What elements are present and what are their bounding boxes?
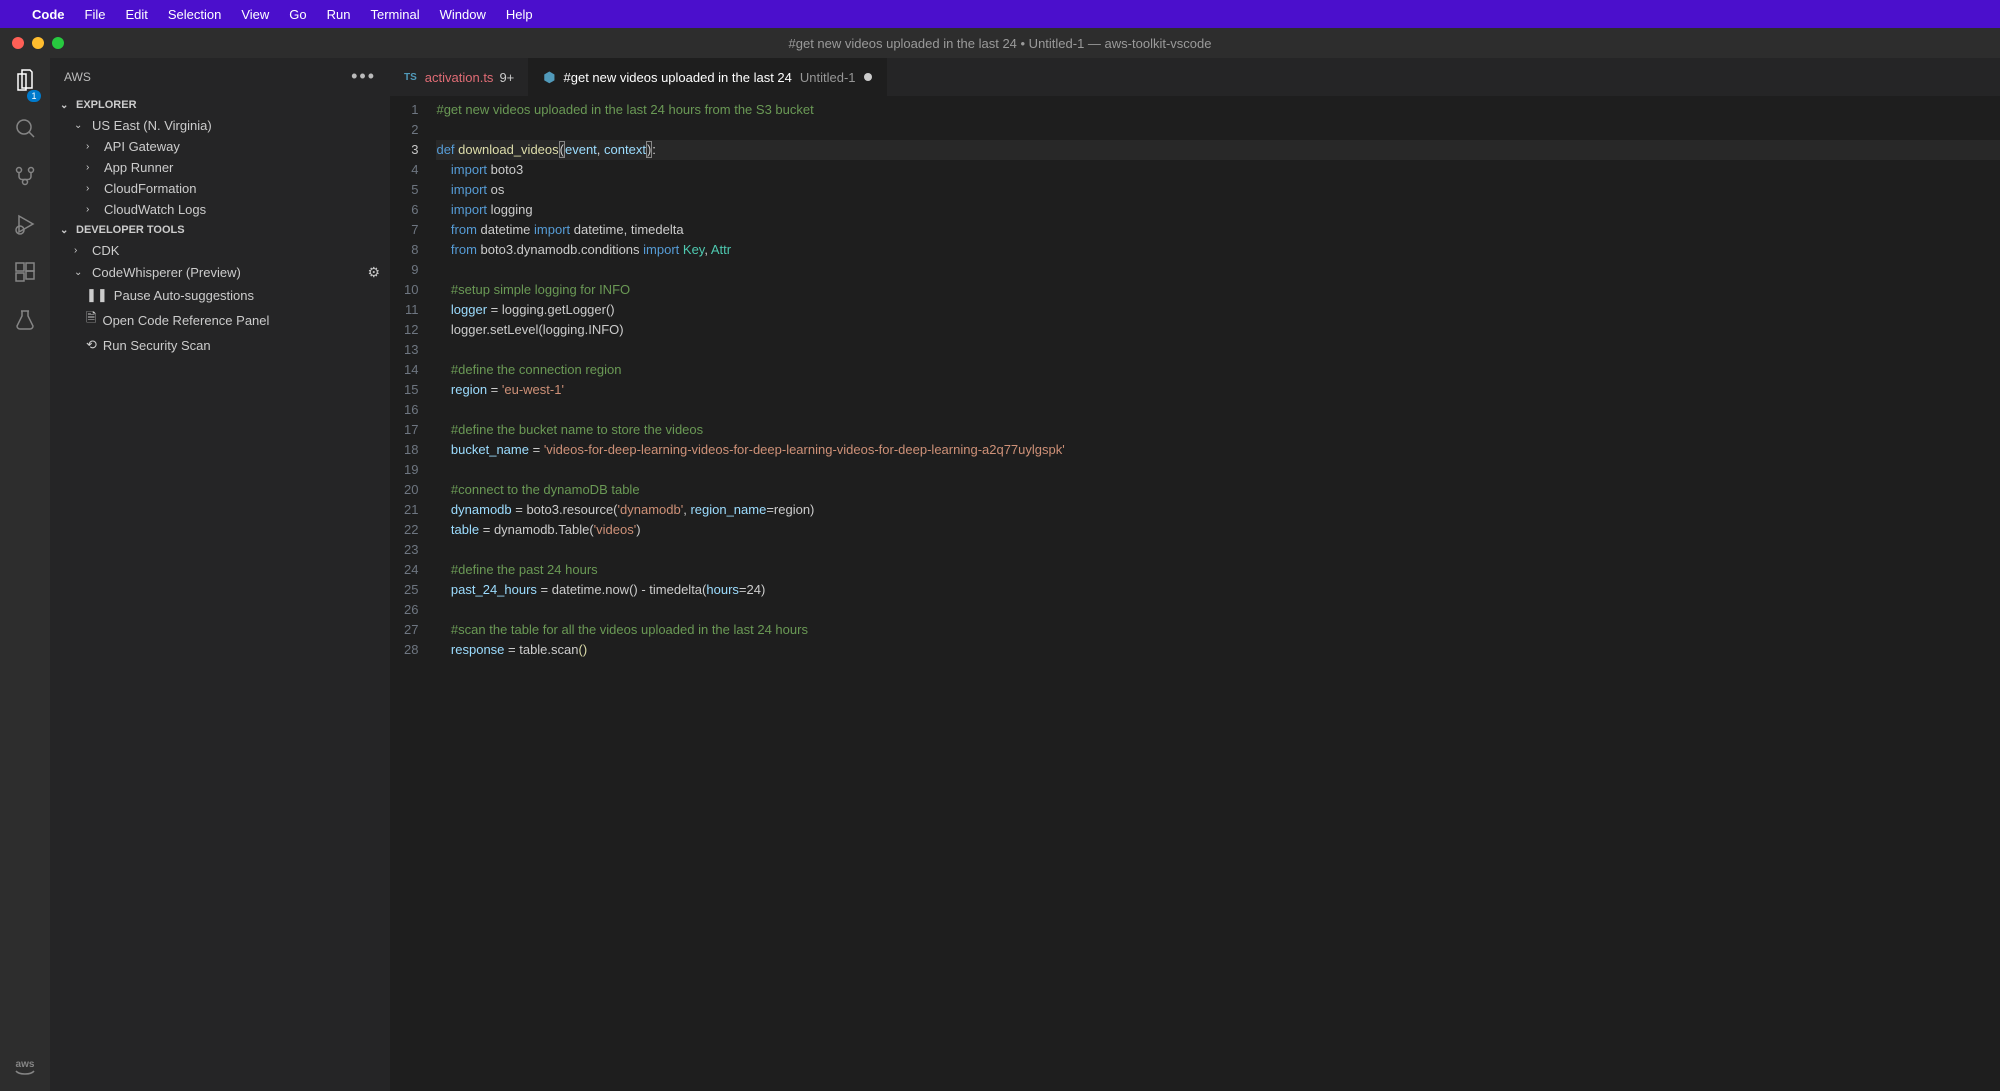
tab-bar: TS activation.ts 9+ ⬢ #get new videos up… xyxy=(390,58,2000,96)
menu-window[interactable]: Window xyxy=(440,7,486,22)
tab-filename: activation.ts xyxy=(425,70,494,85)
menu-view[interactable]: View xyxy=(241,7,269,22)
source-control-activity-icon[interactable] xyxy=(13,164,37,194)
window-title: #get new videos uploaded in the last 24 … xyxy=(789,36,1212,51)
menu-help[interactable]: Help xyxy=(506,7,533,22)
extensions-activity-icon[interactable] xyxy=(13,260,37,290)
dirty-indicator-icon xyxy=(864,73,872,81)
cdk-item[interactable]: › CDK xyxy=(50,240,390,261)
tab-modified-count: 9+ xyxy=(499,70,514,85)
pause-auto-suggestions[interactable]: ❚❚ Pause Auto-suggestions xyxy=(50,284,390,306)
typescript-file-icon: TS xyxy=(404,72,417,83)
editor: TS activation.ts 9+ ⬢ #get new videos up… xyxy=(390,58,2000,1091)
explorer-label: EXPLORER xyxy=(76,99,137,111)
service-item-api-gateway[interactable]: › API Gateway xyxy=(50,136,390,157)
chevron-right-icon: › xyxy=(86,183,98,194)
service-label: App Runner xyxy=(104,160,173,175)
region-label: US East (N. Virginia) xyxy=(92,118,212,133)
aws-activity-icon[interactable]: aws xyxy=(15,1059,35,1081)
file-icon: 🗎 xyxy=(86,309,96,331)
service-item-cloudformation[interactable]: › CloudFormation xyxy=(50,178,390,199)
explorer-section[interactable]: ⌄ EXPLORER xyxy=(50,95,390,115)
app-name[interactable]: Code xyxy=(32,7,65,22)
chevron-right-icon: › xyxy=(74,245,86,256)
code-content[interactable]: #get new videos uploaded in the last 24 … xyxy=(436,100,2000,1091)
sidebar-title: AWS xyxy=(64,70,91,84)
menu-go[interactable]: Go xyxy=(289,7,306,22)
chevron-down-icon: ⌄ xyxy=(74,120,86,131)
aws-label: aws xyxy=(16,1059,35,1070)
code-editor[interactable]: 1234567891011121314151617181920212223242… xyxy=(390,96,2000,1091)
line-gutter: 1234567891011121314151617181920212223242… xyxy=(390,100,436,1091)
service-label: CloudWatch Logs xyxy=(104,202,206,217)
traffic-lights xyxy=(12,37,64,49)
menu-run[interactable]: Run xyxy=(327,7,351,22)
tab-untitled-1[interactable]: ⬢ #get new videos uploaded in the last 2… xyxy=(529,58,886,96)
chevron-right-icon: › xyxy=(86,204,98,215)
close-button[interactable] xyxy=(12,37,24,49)
region-item[interactable]: ⌄ US East (N. Virginia) xyxy=(50,115,390,136)
activity-bar: 1 aws xyxy=(0,58,50,1091)
action-label: Run Security Scan xyxy=(103,338,211,353)
tab-filename: #get new videos uploaded in the last 24 xyxy=(564,70,792,85)
cdk-label: CDK xyxy=(92,243,119,258)
testing-activity-icon[interactable] xyxy=(13,308,37,338)
menubar: Code File Edit Selection View Go Run Ter… xyxy=(0,0,2000,28)
devtools-section[interactable]: ⌄ DEVELOPER TOOLS xyxy=(50,220,390,240)
maximize-button[interactable] xyxy=(52,37,64,49)
python-file-icon: ⬢ xyxy=(543,69,555,86)
menu-terminal[interactable]: Terminal xyxy=(371,7,420,22)
gear-icon[interactable]: ⚙ xyxy=(367,264,380,281)
devtools-label: DEVELOPER TOOLS xyxy=(76,224,185,236)
chevron-right-icon: › xyxy=(86,141,98,152)
menu-file[interactable]: File xyxy=(85,7,106,22)
run-debug-activity-icon[interactable] xyxy=(13,212,37,242)
tab-subname: Untitled-1 xyxy=(800,70,856,85)
action-label: Pause Auto-suggestions xyxy=(114,288,254,303)
explorer-activity-icon[interactable]: 1 xyxy=(13,68,37,98)
tab-activation-ts[interactable]: TS activation.ts 9+ xyxy=(390,58,529,96)
open-code-reference-panel[interactable]: 🗎 Open Code Reference Panel xyxy=(50,306,390,334)
search-activity-icon[interactable] xyxy=(13,116,37,146)
menu-selection[interactable]: Selection xyxy=(168,7,221,22)
scan-icon: ⟲ xyxy=(86,337,97,353)
codewhisperer-label: CodeWhisperer (Preview) xyxy=(92,265,241,280)
chevron-down-icon: ⌄ xyxy=(74,267,86,278)
menu-edit[interactable]: Edit xyxy=(125,7,147,22)
service-item-app-runner[interactable]: › App Runner xyxy=(50,157,390,178)
codewhisperer-item[interactable]: ⌄ CodeWhisperer (Preview) ⚙ xyxy=(50,261,390,284)
sidebar: AWS ••• ⌄ EXPLORER ⌄ US East (N. Virgini… xyxy=(50,58,390,1091)
service-item-cloudwatch-logs[interactable]: › CloudWatch Logs xyxy=(50,199,390,220)
sidebar-more-icon[interactable]: ••• xyxy=(351,66,376,87)
minimize-button[interactable] xyxy=(32,37,44,49)
activity-badge: 1 xyxy=(27,90,41,102)
service-label: API Gateway xyxy=(104,139,180,154)
action-label: Open Code Reference Panel xyxy=(102,313,269,328)
service-label: CloudFormation xyxy=(104,181,197,196)
chevron-down-icon: ⌄ xyxy=(60,225,72,236)
titlebar: #get new videos uploaded in the last 24 … xyxy=(0,28,2000,58)
run-security-scan[interactable]: ⟲ Run Security Scan xyxy=(50,334,390,356)
sidebar-header: AWS ••• xyxy=(50,58,390,95)
chevron-down-icon: ⌄ xyxy=(60,100,72,111)
pause-icon: ❚❚ xyxy=(86,287,108,303)
chevron-right-icon: › xyxy=(86,162,98,173)
